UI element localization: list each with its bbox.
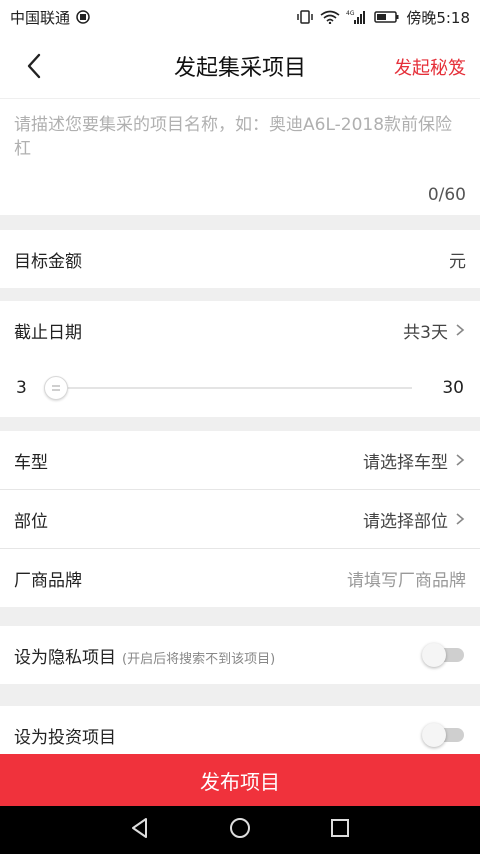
target-amount-row[interactable]: 目标金额 元 [0, 230, 480, 288]
vibrate-icon [296, 10, 314, 24]
status-time: 傍晚5:18 [406, 8, 470, 27]
character-counter: 0/60 [427, 185, 466, 205]
privacy-row: 设为隐私项目 (开启后将搜索不到该项目) [0, 626, 480, 684]
back-arrow-icon [27, 53, 41, 79]
part-value: 请选择部位 [363, 511, 448, 532]
brand-label: 厂商品牌 [14, 570, 82, 591]
vehicle-model-row[interactable]: 车型 请选择车型 [0, 431, 480, 489]
vehicle-model-value: 请选择车型 [363, 452, 448, 473]
chevron-right-icon [456, 454, 465, 466]
investment-toggle[interactable] [422, 721, 466, 749]
status-right: 4G 傍晚5:18 [296, 7, 470, 28]
brand-row[interactable]: 厂商品牌 请填写厂商品牌 [0, 549, 480, 607]
deadline-label: 截止日期 [14, 322, 82, 343]
drag-handle-icon [52, 384, 60, 392]
status-bar: 中国联通 4G 傍晚5:18 [0, 0, 480, 34]
deadline-row[interactable]: 截止日期 共3天 [0, 301, 480, 359]
vehicle-model-value-group: 请选择车型 [363, 448, 466, 473]
tips-link[interactable]: 发起秘笈 [394, 54, 466, 80]
wifi-icon [320, 10, 340, 24]
nav-back-icon[interactable] [128, 816, 152, 844]
investment-label: 设为投资项目 [14, 727, 116, 748]
privacy-label: 设为隐私项目 [14, 647, 116, 668]
part-label: 部位 [14, 511, 48, 532]
part-value-group: 请选择部位 [363, 507, 466, 532]
privacy-note: (开启后将搜索不到该项目) [122, 651, 276, 667]
toggle-knob [422, 643, 446, 667]
slider-max-label: 30 [442, 378, 464, 398]
signal-icon: 4G [346, 10, 368, 24]
deadline-slider-row: 3 30 [0, 359, 480, 417]
privacy-toggle[interactable] [422, 641, 466, 669]
chevron-right-icon [456, 324, 465, 336]
part-row[interactable]: 部位 请选择部位 [0, 490, 480, 548]
chevron-right-icon [456, 513, 465, 525]
target-amount-label: 目标金额 [14, 251, 82, 272]
network-type-label: 4G [346, 10, 355, 17]
battery-icon [374, 10, 400, 24]
brand-input[interactable]: 请填写厂商品牌 [347, 566, 466, 591]
deadline-value-group: 共3天 [403, 318, 466, 343]
system-nav-bar [0, 806, 480, 854]
carrier-badge-icon [76, 10, 90, 24]
nav-recent-icon[interactable] [328, 816, 352, 844]
page-title: 发起集采项目 [173, 56, 306, 81]
project-description-field[interactable]: 请描述您要集采的项目名称，如：奥迪A6L-2018款前保险杠 0/60 [0, 99, 480, 215]
carrier-name: 中国联通 [10, 8, 71, 27]
privacy-label-group: 设为隐私项目 (开启后将搜索不到该项目) [14, 643, 275, 668]
publish-button[interactable]: 发布项目 [0, 754, 480, 806]
slider-track[interactable] [46, 387, 412, 389]
status-left: 中国联通 [10, 7, 90, 28]
slider-thumb[interactable] [44, 376, 68, 400]
slider-min-label: 3 [16, 378, 27, 398]
target-amount-unit: 元 [449, 251, 466, 272]
toggle-knob [422, 723, 446, 747]
back-button[interactable] [18, 50, 50, 82]
vehicle-model-label: 车型 [14, 452, 48, 473]
description-placeholder: 请描述您要集采的项目名称，如：奥迪A6L-2018款前保险杠 [14, 115, 453, 159]
header: 发起集采项目 发起秘笈 [0, 34, 480, 98]
nav-home-icon[interactable] [228, 816, 252, 844]
deadline-value: 共3天 [403, 322, 448, 343]
